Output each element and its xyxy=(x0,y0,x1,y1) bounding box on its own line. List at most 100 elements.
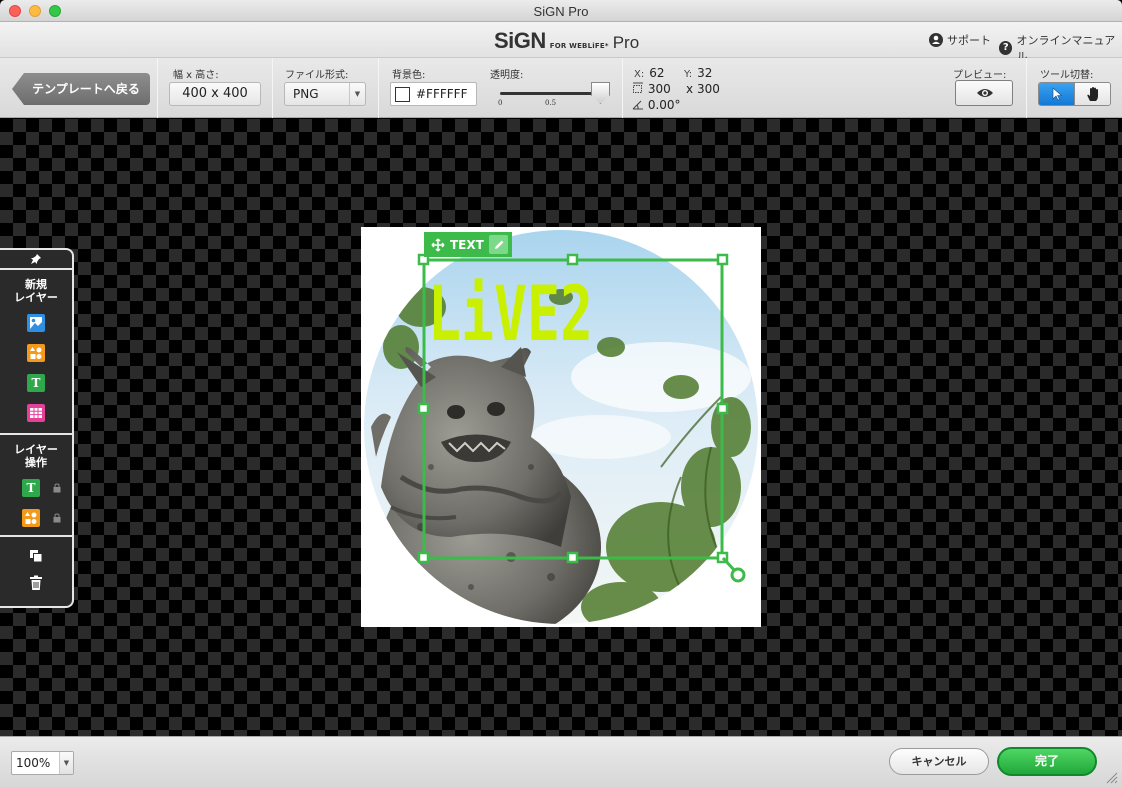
tool-switch-label: ツール切替: xyxy=(1040,70,1094,81)
cursor-icon xyxy=(1052,87,1062,101)
support-label: サポート xyxy=(947,34,991,47)
chevron-down-icon: ▼ xyxy=(59,752,73,774)
move-icon xyxy=(431,237,445,252)
resize-handle-bl xyxy=(417,551,430,564)
angle-value: 0.00° xyxy=(647,98,681,112)
pin-section xyxy=(0,250,72,270)
new-layer-title-2: レイヤー xyxy=(14,291,58,304)
y-readout: Y: 32 xyxy=(684,66,712,80)
resize-grip-icon[interactable] xyxy=(1104,770,1118,784)
table-icon xyxy=(30,408,42,418)
layer-tag[interactable]: TEXT xyxy=(424,232,512,257)
x-readout: X: 62 xyxy=(634,66,665,80)
tool-switch-group xyxy=(1038,82,1111,106)
resize-handle-t xyxy=(566,253,579,266)
layer-tag-label: TEXT xyxy=(450,237,484,252)
hand-tool-button[interactable] xyxy=(1074,83,1110,105)
resize-handle-l xyxy=(417,402,430,415)
opacity-slider-track[interactable] xyxy=(500,92,604,95)
image-icon xyxy=(30,317,42,329)
rotate-handle xyxy=(730,567,746,583)
opacity-tick-05: 0.5 xyxy=(545,99,557,107)
app-header: SiGN FOR WEBLiFE* Pro サポート ? オンラインマニュアル xyxy=(0,22,1122,63)
new-layer-section: 新規 レイヤー T xyxy=(0,270,72,435)
bg-color-label: 背景色: xyxy=(392,70,426,81)
shape-layer-row[interactable] xyxy=(0,509,72,527)
delete-button[interactable] xyxy=(0,575,72,591)
text-layer-icon: T xyxy=(22,479,40,497)
toolbar-divider xyxy=(622,58,623,118)
size-label: 幅 x 高さ: xyxy=(173,70,219,81)
support-link[interactable]: サポート xyxy=(929,32,991,48)
layer-ops-section: レイヤー 操作 T xyxy=(0,435,72,537)
window-titlebar: SiGN Pro xyxy=(0,0,1122,22)
bg-color-value: #FFFFFF xyxy=(416,87,468,101)
add-shape-layer-button[interactable] xyxy=(27,344,45,362)
width-readout: 300 xyxy=(632,82,671,96)
photo-circle-image[interactable]: LiVE2 xyxy=(361,227,761,627)
preview-button[interactable] xyxy=(955,80,1013,106)
y-value: 32 xyxy=(697,66,713,80)
pin-icon[interactable] xyxy=(30,253,42,265)
new-layer-title-1: 新規 xyxy=(25,278,47,291)
height-readout: x 300 xyxy=(686,82,720,96)
height-value: 300 xyxy=(696,82,720,96)
text-layer-row[interactable]: T xyxy=(0,479,72,497)
cancel-button[interactable]: キャンセル xyxy=(889,748,989,775)
user-icon xyxy=(929,33,943,47)
toolbar-divider xyxy=(378,58,379,118)
window-title: SiGN Pro xyxy=(533,4,589,19)
duplicate-button[interactable] xyxy=(0,549,72,563)
hand-icon xyxy=(1086,87,1098,101)
toolbar-divider xyxy=(1026,58,1027,118)
trash-icon xyxy=(30,575,42,590)
x-value: 62 xyxy=(649,66,665,80)
help-icon: ? xyxy=(999,41,1013,55)
toolbar-divider xyxy=(157,58,158,118)
layer-actions-section xyxy=(0,537,72,607)
duplicate-icon xyxy=(30,550,43,563)
lock-icon[interactable] xyxy=(53,483,61,493)
artboard[interactable]: LiVE2 xyxy=(361,227,761,627)
logo-main: SiGN xyxy=(494,28,546,53)
chevron-down-icon: ▼ xyxy=(349,83,365,105)
back-to-templates-button[interactable]: テンプレートへ戻る xyxy=(12,73,150,105)
lock-icon[interactable] xyxy=(53,513,61,523)
add-table-layer-button[interactable] xyxy=(27,404,45,422)
size-field[interactable]: 400 x 400 xyxy=(169,82,261,106)
zoom-select[interactable]: 100% ▼ xyxy=(11,751,74,775)
layer-side-panel: 新規 レイヤー T レイヤー 操作 T xyxy=(0,248,74,608)
color-swatch[interactable] xyxy=(395,87,410,102)
pencil-icon xyxy=(494,240,503,249)
edit-text-button[interactable] xyxy=(489,235,508,254)
done-button[interactable]: 完了 xyxy=(997,747,1097,776)
eye-icon xyxy=(977,89,993,97)
layer-text-content[interactable]: LiVE2 xyxy=(428,269,593,358)
toolbar-divider xyxy=(272,58,273,118)
width-value: 300 xyxy=(647,82,671,96)
x-label: X: xyxy=(634,69,645,80)
format-select[interactable]: PNG ▼ xyxy=(284,82,366,106)
height-prefix: x xyxy=(686,82,694,96)
add-image-layer-button[interactable] xyxy=(27,314,45,332)
preview-label: プレビュー: xyxy=(953,70,1007,81)
shape-icon xyxy=(30,347,42,359)
opacity-label: 透明度: xyxy=(490,70,524,81)
angle-icon xyxy=(632,100,643,110)
select-tool-button[interactable] xyxy=(1039,83,1074,105)
text-icon: T xyxy=(31,376,41,390)
add-text-layer-button[interactable]: T xyxy=(27,374,45,392)
logo-sub: FOR WEBLiFE* xyxy=(549,42,609,50)
layer-ops-title-2: 操作 xyxy=(25,456,47,469)
app-logo: SiGN FOR WEBLiFE* Pro xyxy=(494,28,639,54)
y-label: Y: xyxy=(684,69,693,80)
zoom-value: 100% xyxy=(16,756,51,770)
resize-icon xyxy=(633,82,643,93)
opacity-tick-0: 0 xyxy=(498,99,503,107)
angle-readout: 0.00° xyxy=(632,98,681,112)
resize-handle-b xyxy=(566,551,579,564)
resize-handle-r xyxy=(716,402,729,415)
bg-color-field[interactable]: #FFFFFF xyxy=(390,82,477,106)
shape-layer-icon xyxy=(22,509,40,527)
logo-pro: Pro xyxy=(612,33,640,52)
